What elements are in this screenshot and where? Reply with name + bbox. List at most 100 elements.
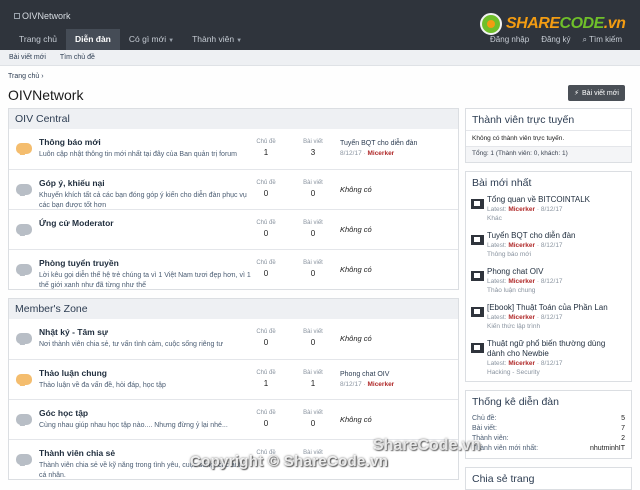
avatar[interactable]	[471, 271, 484, 281]
forum-row[interactable]: Ứng cử Moderator Chủ đề 0 Bài viết 0 Không có	[9, 209, 458, 249]
avatar[interactable]	[471, 235, 484, 245]
forum-title[interactable]: Phòng tuyển truyền	[39, 258, 119, 268]
chat-bubble-icon	[16, 224, 32, 235]
latest-post-item[interactable]: [Ebook] Thuật Toán của Phần Lan Latest: M…	[466, 301, 631, 337]
threads-label: Chủ đề	[256, 329, 276, 335]
forum-stat-value[interactable]: nhutminhIT	[590, 444, 625, 454]
lightning-icon: ⚡	[574, 90, 580, 97]
register-link[interactable]: Đăng ký	[541, 35, 570, 45]
posts-stat: Bài viết 0	[295, 329, 331, 347]
latest-post-forum[interactable]: Khác	[487, 214, 625, 223]
latest-post-title[interactable]: Phong chat OIV	[487, 267, 625, 277]
site-logo[interactable]: OIVNetwork	[14, 11, 71, 21]
chevron-down-icon[interactable]: ▼	[168, 38, 174, 44]
forum-title[interactable]: Góc học tập	[39, 408, 88, 418]
forum-row[interactable]: Góc học tập Cùng nhau giúp nhau học tập n…	[9, 399, 458, 439]
login-link[interactable]: Đăng nhập	[490, 35, 529, 45]
forum-description: Luôn cập nhật thông tin mới nhất tại đây…	[39, 151, 237, 158]
latest-post-author[interactable]: Micerker	[508, 242, 535, 249]
online-members-title[interactable]: Thành viên trực tuyến	[466, 109, 631, 130]
search-link[interactable]: ⌕ Tìm kiếm	[583, 35, 622, 45]
subnav-new-posts[interactable]: Bài viết mới	[9, 54, 46, 61]
subnav-find-threads[interactable]: Tìm chủ đề	[60, 54, 95, 61]
forum-title[interactable]: Nhật ký - Tâm sự	[39, 327, 108, 337]
chat-bubble-icon	[16, 333, 32, 344]
latest-label: Latest:	[487, 206, 507, 213]
latest-post-author[interactable]: Micerker	[508, 314, 535, 321]
latest-post-meta: Latest: Micerker · 8/12/17	[487, 241, 625, 250]
latest-post-meta: Latest: Micerker · 8/12/17	[487, 277, 625, 286]
main-nav: Trang chủ Diễn đàn Có gì mới ▼ Thành viên…	[10, 29, 251, 50]
forum-stat-row: Thành viên: 2	[472, 434, 625, 444]
forum-title[interactable]: Góp ý, khiếu nại	[39, 178, 105, 188]
latest-post-meta: Latest: Micerker · 8/12/17	[487, 313, 625, 322]
latest-post-item[interactable]: Thuật ngữ phổ biến thường dùng dành cho …	[466, 337, 631, 381]
forum-title[interactable]: Thành viên chia sẻ	[39, 448, 115, 458]
latest-post-item[interactable]: Phong chat OIV Latest: Micerker · 8/12/17…	[466, 265, 631, 301]
latest-post-item[interactable]: Tổng quan về BITCOINTALK Latest: Micerker…	[466, 193, 631, 229]
latest-post-meta: 8/12/17 · Micerker	[340, 381, 395, 388]
latest-post-date: 8/12/17	[340, 150, 362, 157]
online-members-total: Tổng: 1 (Thành viên: 0, khách: 1)	[466, 146, 631, 162]
new-post-button[interactable]: ⚡ Bài viết mới	[568, 85, 625, 101]
posts-stat: Bài viết 3	[295, 139, 331, 157]
latest-post-forum[interactable]: Kiến thức lập trình	[487, 322, 625, 331]
latest-post-date: · 8/12/17	[536, 278, 563, 285]
latest-label: Latest:	[487, 314, 507, 321]
posts-count: 0	[310, 419, 316, 428]
latest-post-author[interactable]: Micerker	[367, 381, 394, 388]
forum-title[interactable]: Ứng cử Moderator	[39, 218, 114, 228]
tab-whats-new[interactable]: Có gì mới ▼	[120, 29, 183, 50]
breadcrumb-home[interactable]: Trang chủ	[8, 73, 39, 80]
avatar[interactable]	[471, 307, 484, 317]
tab-forums[interactable]: Diễn đàn	[65, 29, 120, 50]
tab-home[interactable]: Trang chủ	[10, 29, 66, 50]
category-title[interactable]: OIV Central	[9, 109, 458, 129]
latest-post-author[interactable]: Micerker	[508, 278, 535, 285]
sharecode-globe-icon	[480, 13, 502, 35]
latest-post-title[interactable]: [Ebook] Thuật Toán của Phần Lan	[487, 303, 625, 313]
threads-stat: Chủ đề 0	[248, 410, 284, 428]
chat-bubble-icon	[16, 454, 32, 465]
forum-row[interactable]: Góp ý, khiếu nại Khuyến khích tất cả các …	[9, 169, 458, 209]
latest-post-title[interactable]: Phong chat OIV	[340, 370, 455, 380]
posts-count: 0	[310, 338, 316, 347]
latest-post-title[interactable]: Thuật ngữ phổ biến thường dùng dành cho …	[487, 339, 625, 359]
latest-post-forum[interactable]: Thảo luận chung	[487, 286, 625, 295]
chevron-down-icon[interactable]: ▼	[236, 38, 242, 44]
avatar[interactable]	[471, 343, 484, 353]
forum-row[interactable]: Nhật ký - Tâm sự Nơi thành viên chia sẻ, …	[9, 319, 458, 359]
latest-label: Latest:	[487, 360, 507, 367]
posts-stat: Bài viết 0	[295, 220, 331, 238]
forum-stat-label: Chủ đề:	[472, 415, 497, 422]
forum-title[interactable]: Thông báo mới	[39, 137, 101, 147]
latest-post-author[interactable]: Micerker	[367, 150, 394, 157]
latest-post-forum[interactable]: Hacking - Security	[487, 368, 625, 377]
forum-row[interactable]: Thông báo mới Luôn cập nhật thông tin mới…	[9, 129, 458, 169]
category-title[interactable]: Member's Zone	[9, 299, 458, 319]
latest-post-title[interactable]: Tổng quan về BITCOINTALK	[487, 195, 625, 205]
posts-label: Bài viết	[303, 139, 323, 145]
latest-post-author[interactable]: Micerker	[508, 206, 535, 213]
chat-bubble-icon	[16, 143, 32, 154]
latest-post-title[interactable]: Tuyển BQT cho diễn đàn	[340, 139, 455, 149]
forum-stat-value: 7	[621, 425, 625, 432]
forum-row[interactable]: Thảo luận chung Thảo luận về đa vấn đề, h…	[9, 359, 458, 399]
latest-post-none: Không có	[340, 225, 372, 234]
forum-row[interactable]: Phòng tuyển truyền Lời kêu gọi diễn thế h…	[9, 249, 458, 289]
latest-post-author[interactable]: Micerker	[508, 360, 535, 367]
latest-post-date: · 8/12/17	[536, 206, 563, 213]
posts-count: 0	[310, 229, 316, 238]
posts-count: 0	[310, 189, 316, 198]
threads-stat: Chủ đề 0	[248, 329, 284, 347]
latest-post-title[interactable]: Tuyển BQT cho diễn đàn	[487, 231, 625, 241]
forum-title[interactable]: Thảo luận chung	[39, 368, 107, 378]
broken-image-icon	[14, 13, 20, 19]
latest-post-forum[interactable]: Thông báo mới	[487, 250, 625, 259]
latest-label: Latest:	[487, 242, 507, 249]
chat-bubble-icon	[16, 264, 32, 275]
tab-members[interactable]: Thành viên ▼	[183, 29, 251, 50]
avatar[interactable]	[471, 199, 484, 209]
latest-post-item[interactable]: Tuyển BQT cho diễn đàn Latest: Micerker ·…	[466, 229, 631, 265]
sub-nav: Bài viết mới Tìm chủ đề	[0, 50, 640, 66]
